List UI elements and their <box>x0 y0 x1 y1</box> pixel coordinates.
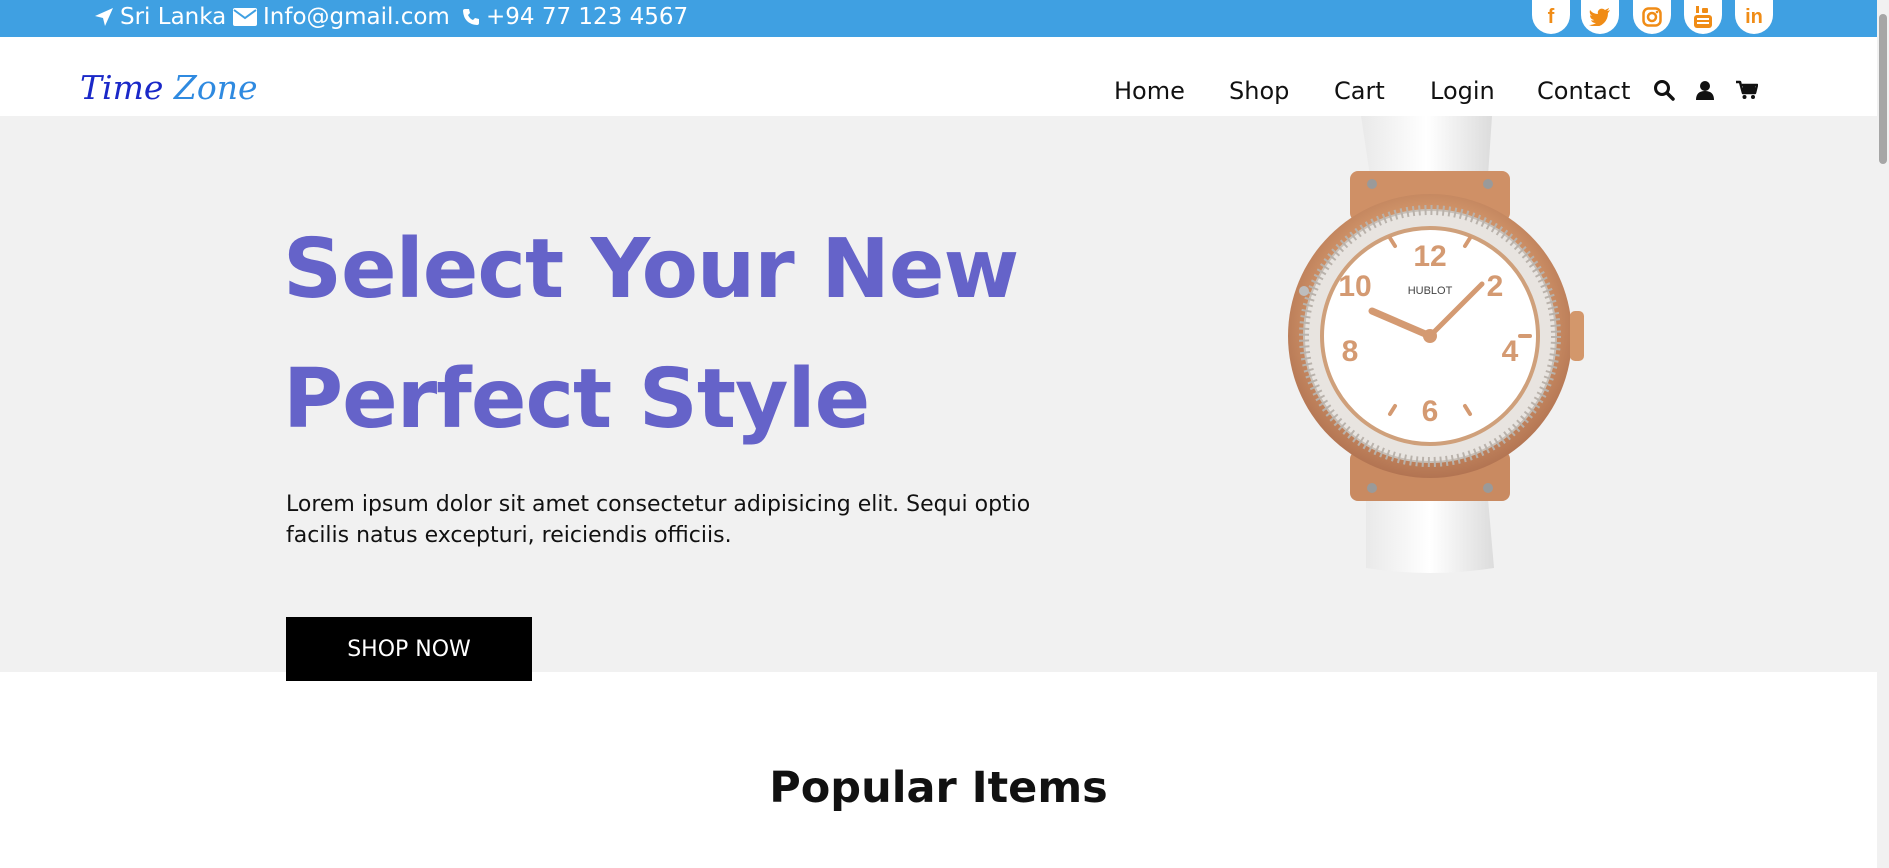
location-text: Sri Lanka <box>120 4 227 30</box>
phone-icon <box>463 9 479 25</box>
hero-description: Lorem ipsum dolor sit amet consectetur a… <box>286 492 1031 548</box>
phone-text: +94 77 123 4567 <box>486 4 689 30</box>
nav-home[interactable]: Home <box>1114 74 1185 108</box>
svg-text:2: 2 <box>1487 270 1504 303</box>
email-info[interactable]: Info@gmail.com <box>233 0 450 34</box>
svg-text:12: 12 <box>1413 240 1446 273</box>
hero-title-line-2: Perfect Style <box>283 352 870 447</box>
cart-icon <box>1736 80 1758 99</box>
nav-shop[interactable]: Shop <box>1229 74 1289 108</box>
svg-text:4: 4 <box>1502 335 1519 368</box>
watch-brand: HUBLOT <box>1408 285 1453 297</box>
cart-button[interactable] <box>1734 77 1760 103</box>
shop-now-button[interactable]: SHOP NOW <box>286 617 532 681</box>
svg-text:6: 6 <box>1422 395 1439 428</box>
instagram-link[interactable] <box>1633 0 1671 34</box>
svg-text:10: 10 <box>1338 270 1371 303</box>
hero-title: Select Your New Perfect Style <box>283 205 1019 465</box>
facebook-link[interactable]: f <box>1532 0 1570 34</box>
location-info: Sri Lanka <box>94 0 226 34</box>
email-text: Info@gmail.com <box>263 4 450 30</box>
svg-text:8: 8 <box>1342 335 1359 368</box>
nav-contact[interactable]: Contact <box>1537 74 1630 108</box>
envelope-icon <box>233 8 257 26</box>
linkedin-link[interactable]: in <box>1735 0 1773 34</box>
twitter-icon <box>1589 8 1610 26</box>
nav-cart[interactable]: Cart <box>1334 74 1385 108</box>
twitter-link[interactable] <box>1581 0 1619 34</box>
popular-items-title: Popular Items <box>769 763 1108 813</box>
search-icon <box>1654 80 1675 101</box>
youtube-link[interactable] <box>1684 0 1722 34</box>
scrollbar-thumb[interactable] <box>1879 14 1887 164</box>
linkedin-icon: in <box>1745 5 1763 28</box>
site-header: Time Zone Home Shop Cart Login Contact <box>0 37 1877 116</box>
top-bar: Sri Lanka Info@gmail.com +94 77 123 4567… <box>0 0 1877 40</box>
watch-image: 12 2 4 6 8 10 HUBLOT <box>1288 116 1584 573</box>
instagram-icon <box>1642 7 1662 27</box>
site-logo[interactable]: Time Zone <box>80 68 257 107</box>
youtube-icon <box>1694 6 1712 28</box>
hero-title-line-1: Select Your New <box>283 222 1019 317</box>
facebook-icon: f <box>1547 5 1555 28</box>
phone-info[interactable]: +94 77 123 4567 <box>462 0 688 34</box>
nav-login[interactable]: Login <box>1430 74 1495 108</box>
location-arrow-icon <box>95 8 113 26</box>
search-button[interactable] <box>1651 77 1677 103</box>
account-button[interactable] <box>1692 77 1718 103</box>
page-scrollbar[interactable] <box>1877 0 1889 868</box>
user-icon <box>1696 81 1714 100</box>
